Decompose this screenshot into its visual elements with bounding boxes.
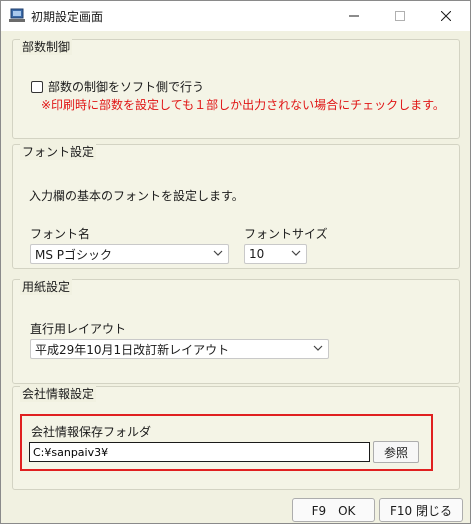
layout-value: 平成29年10月1日改訂新レイアウト — [35, 342, 230, 357]
group-title: 会社情報設定 — [20, 385, 97, 402]
font-name-select[interactable]: MS Pゴシック — [30, 244, 229, 264]
folder-label: 会社情報保存フォルダ — [31, 425, 152, 439]
chevron-down-icon — [213, 250, 223, 256]
copies-checkbox-label[interactable]: 部数の制御をソフト側で行う — [48, 78, 204, 95]
font-size-select[interactable]: 10 — [244, 244, 307, 264]
font-name-value: MS Pゴシック — [35, 247, 113, 262]
layout-select[interactable]: 平成29年10月1日改訂新レイアウト — [30, 339, 329, 359]
browse-button[interactable]: 参照 — [373, 441, 419, 463]
font-name-label: フォント名 — [30, 227, 91, 241]
font-size-label: フォントサイズ — [244, 227, 328, 241]
chevron-down-icon — [291, 250, 301, 256]
app-icon — [9, 8, 25, 23]
settings-window: 初期設定画面 部数制御 部数の制御をソフト側で行う ※印刷時に部数を設定しても１… — [0, 0, 471, 524]
copies-checkbox[interactable] — [31, 80, 43, 93]
font-group: フォント設定 入力欄の基本のフォントを設定します。 フォント名 MS Pゴシック… — [12, 143, 460, 269]
close-icon — [441, 11, 451, 21]
font-size-value: 10 — [249, 247, 265, 261]
close-button[interactable] — [423, 1, 469, 31]
group-title: 部数制御 — [20, 38, 73, 55]
title-bar: 初期設定画面 — [1, 1, 470, 31]
layout-label: 直行用レイアウト — [30, 322, 127, 336]
dialog-body: 部数制御 部数の制御をソフト側で行う ※印刷時に部数を設定しても１部しか出力され… — [1, 31, 470, 523]
minimize-icon — [349, 15, 359, 17]
copies-warning-text: ※印刷時に部数を設定しても１部しか出力されない場合にチェックします。 — [41, 98, 445, 112]
chevron-down-icon — [313, 345, 323, 351]
maximize-button — [377, 1, 423, 31]
folder-path-input[interactable] — [29, 442, 370, 462]
copies-checkbox-row[interactable]: 部数の制御をソフト側で行う — [31, 78, 204, 95]
ok-button[interactable]: F9 OK — [292, 498, 375, 522]
window-title: 初期設定画面 — [31, 10, 104, 24]
copies-group: 部数制御 部数の制御をソフト側で行う ※印刷時に部数を設定しても１部しか出力され… — [12, 38, 460, 139]
maximize-icon — [395, 11, 405, 21]
group-title: 用紙設定 — [20, 278, 73, 295]
close-dialog-button[interactable]: F10 閉じる — [379, 498, 463, 522]
minimize-button[interactable] — [331, 1, 377, 31]
font-description: 入力欄の基本のフォントを設定します。 — [29, 189, 244, 203]
paper-group: 用紙設定 直行用レイアウト 平成29年10月1日改訂新レイアウト — [12, 278, 460, 384]
group-title: フォント設定 — [20, 143, 97, 160]
